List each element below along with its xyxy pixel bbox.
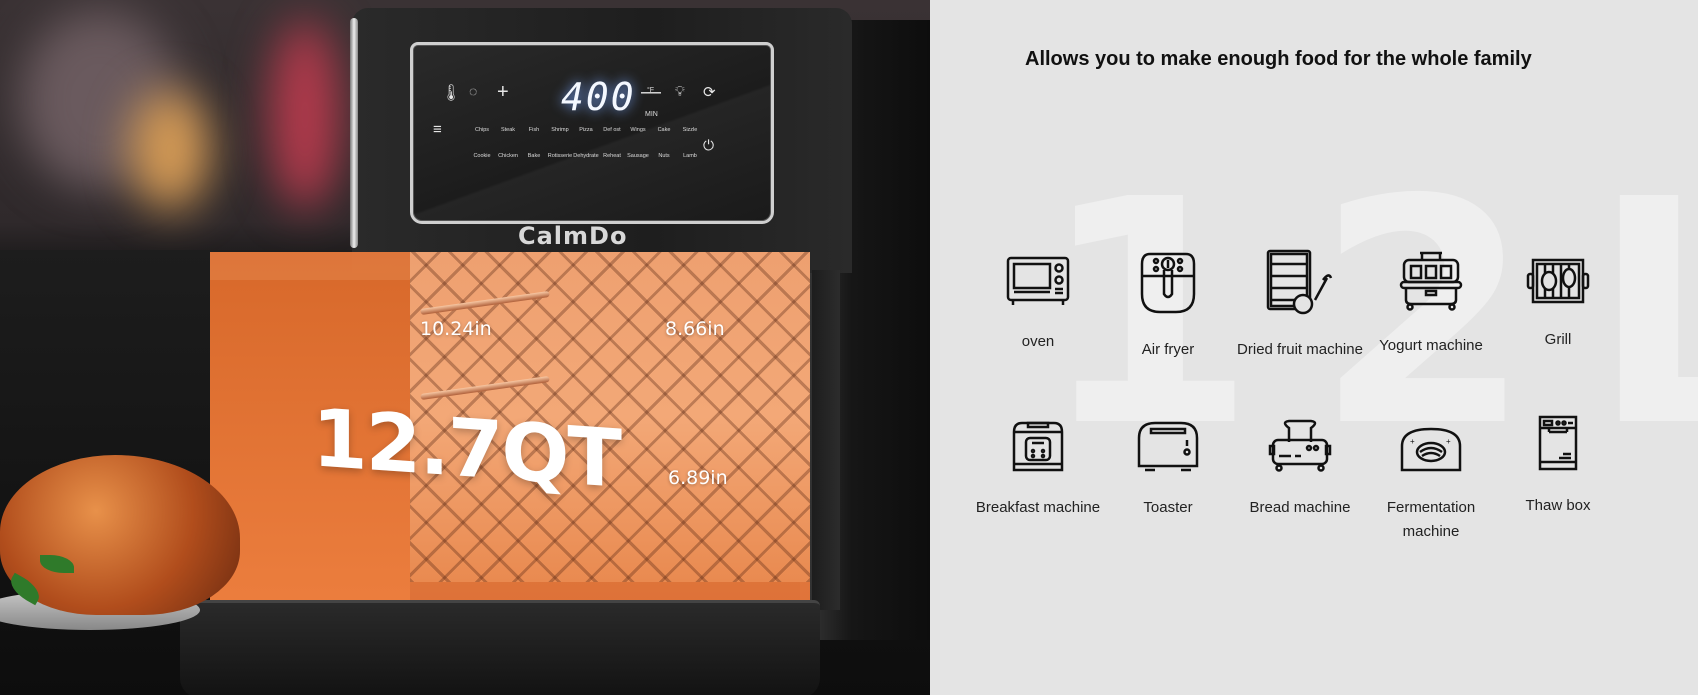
preset-button[interactable]: Sausage bbox=[625, 153, 651, 159]
thermometer-icon[interactable]: 🌡︎ bbox=[441, 83, 461, 103]
feature-panel: 12L Allows you to make enough food for t… bbox=[930, 0, 1698, 695]
preset-button[interactable]: Wings bbox=[625, 127, 651, 133]
function-label: Dried fruit machine bbox=[1237, 341, 1363, 358]
function-item-yogurt-machine: Yogurt machine bbox=[1361, 250, 1501, 358]
preset-button[interactable]: Def ost bbox=[599, 127, 625, 133]
function-label: Yogurt machine bbox=[1379, 337, 1483, 354]
function-label: Breakfast machine bbox=[975, 499, 1101, 516]
function-label: Bread machine bbox=[1249, 499, 1351, 516]
brand-logo: CalmDo bbox=[518, 222, 628, 250]
function-item-dried-fruit-machine: Dried fruit machine bbox=[1230, 248, 1370, 362]
toaster-icon bbox=[1137, 421, 1199, 472]
function-item-thaw-box: Thaw box bbox=[1488, 414, 1628, 518]
preset-button[interactable]: Pizza bbox=[573, 127, 599, 133]
light-ring-icon[interactable]: ◌ bbox=[469, 83, 477, 99]
preset-button[interactable]: Reheat bbox=[599, 153, 625, 159]
preset-button[interactable]: Cake bbox=[651, 127, 677, 133]
feature-headline: Allows you to make enough food for the w… bbox=[1025, 48, 1532, 70]
lightbulb-icon[interactable]: 💡︎ bbox=[675, 83, 685, 100]
bread-machine-icon bbox=[1268, 419, 1332, 472]
function-label: Thaw box bbox=[1525, 497, 1591, 514]
preset-button[interactable]: Steak bbox=[495, 127, 521, 133]
door-frame bbox=[812, 270, 840, 610]
rotate-icon[interactable]: ⟳ bbox=[703, 83, 716, 101]
product-photo: 🌡︎ ◌ + 400 °F MIN — 💡︎ ⟳ ≡ ⏻ Chips Steak… bbox=[0, 0, 930, 695]
function-item-toaster: Toaster bbox=[1098, 420, 1238, 520]
preset-row-1: Chips Steak Fish Shrimp Pizza Def ost Wi… bbox=[469, 127, 703, 133]
function-item-fermentation-machine: + + Fermentation machine bbox=[1361, 426, 1501, 544]
function-label: oven bbox=[1021, 333, 1055, 350]
minus-icon[interactable]: — bbox=[641, 81, 661, 104]
fermentation-icon: + + bbox=[1400, 427, 1462, 472]
power-icon[interactable]: ⏻ bbox=[703, 137, 714, 154]
fryer-chrome-trim bbox=[350, 18, 358, 248]
air-fryer-icon bbox=[1140, 252, 1196, 314]
thaw-box-icon bbox=[1538, 415, 1578, 471]
grill-icon bbox=[1526, 258, 1590, 304]
preset-button[interactable]: Rotisserie bbox=[547, 153, 573, 159]
plus-icon[interactable]: + bbox=[497, 81, 509, 104]
function-label: Toaster bbox=[1143, 499, 1193, 516]
preset-button[interactable]: Nuts bbox=[651, 153, 677, 159]
function-label: Grill bbox=[1544, 331, 1572, 348]
preset-button[interactable]: Chips bbox=[469, 127, 495, 133]
function-item-air-fryer: Air fryer bbox=[1098, 250, 1238, 362]
function-label: Air fryer bbox=[1141, 341, 1195, 358]
preset-button[interactable]: Cookie bbox=[469, 153, 495, 159]
function-label: Fermentation machine bbox=[1386, 499, 1476, 540]
control-panel: 🌡︎ ◌ + 400 °F MIN — 💡︎ ⟳ ≡ ⏻ Chips Steak… bbox=[410, 42, 774, 224]
preset-button[interactable]: Sizzle bbox=[677, 127, 703, 133]
fryer-door bbox=[180, 600, 820, 695]
oven-icon bbox=[1006, 256, 1070, 305]
width-dimension: 10.24in bbox=[420, 318, 492, 340]
yogurt-maker-icon bbox=[1399, 251, 1463, 311]
temperature-display: 400 bbox=[561, 75, 636, 119]
preset-button[interactable]: Bake bbox=[521, 153, 547, 159]
svg-text:+: + bbox=[1410, 437, 1415, 446]
svg-text:+: + bbox=[1446, 437, 1451, 446]
breakfast-maker-icon bbox=[1012, 421, 1064, 472]
height-dimension: 6.89in bbox=[668, 467, 728, 489]
preset-button[interactable]: Dehydrate bbox=[573, 153, 599, 159]
function-item-oven: oven bbox=[968, 252, 1108, 354]
preset-row-2: Cookie Chicken Bake Rotisserie Dehydrate… bbox=[469, 153, 703, 159]
preset-button[interactable]: Fish bbox=[521, 127, 547, 133]
depth-dimension: 8.66in bbox=[665, 318, 725, 340]
menu-icon[interactable]: ≡ bbox=[433, 121, 442, 138]
display-unit-bottom: MIN bbox=[645, 111, 658, 118]
function-item-bread-machine: Bread machine bbox=[1230, 418, 1370, 520]
function-item-breakfast-machine: Breakfast machine bbox=[968, 420, 1108, 520]
background-bokeh bbox=[270, 20, 340, 210]
dehydrator-icon bbox=[1266, 249, 1333, 315]
function-item-grill: Grill bbox=[1488, 256, 1628, 352]
preset-button[interactable]: Lamb bbox=[677, 153, 703, 159]
background-bokeh bbox=[130, 90, 210, 210]
preset-button[interactable]: Chicken bbox=[495, 153, 521, 159]
preset-button[interactable]: Shrimp bbox=[547, 127, 573, 133]
